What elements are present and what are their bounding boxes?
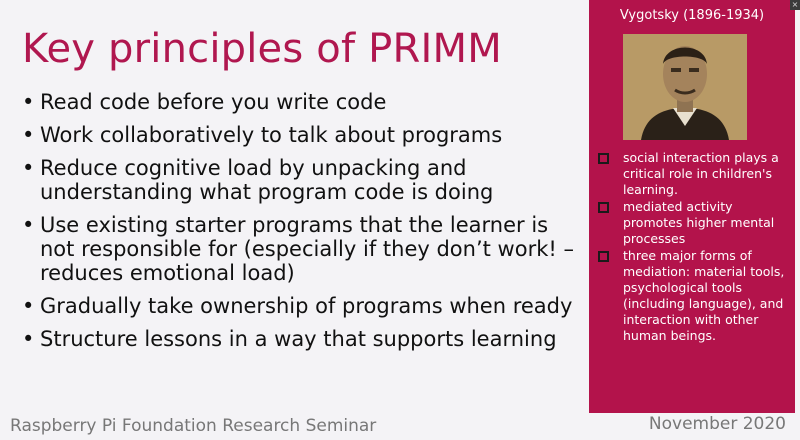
bullet-item: • Reduce cognitive load by unpacking and …	[22, 156, 582, 204]
bullet-dot-icon: •	[22, 294, 35, 318]
bullet-dot-icon: •	[22, 327, 35, 351]
panel-list-item: three major forms of mediation: material…	[595, 248, 791, 344]
footer-organization: Raspberry Pi Foundation Research Seminar	[10, 416, 377, 436]
panel-point-text: mediated activity promotes higher mental…	[623, 199, 775, 246]
bullet-dot-icon: •	[22, 90, 35, 114]
slide: Key principles of PRIMM • Read code befor…	[0, 0, 800, 440]
bullet-item: • Work collaboratively to talk about prog…	[22, 123, 582, 147]
panel-point-text: social interaction plays a critical role…	[623, 150, 779, 197]
bullet-text: Use existing starter programs that the l…	[40, 213, 574, 285]
panel-list-item: social interaction plays a critical role…	[595, 150, 791, 198]
bullet-item: • Structure lessons in a way that support…	[22, 327, 582, 351]
portrait-image	[623, 34, 747, 140]
bullet-text: Work collaboratively to talk about progr…	[40, 123, 503, 147]
bullet-item: • Use existing starter programs that the …	[22, 213, 582, 285]
checkbox-bullet-icon	[598, 202, 609, 213]
slide-title: Key principles of PRIMM	[22, 26, 502, 72]
panel-point-text: three major forms of mediation: material…	[623, 248, 785, 343]
bullet-text: Structure lessons in a way that supports…	[40, 327, 557, 351]
bullet-list: • Read code before you write code • Work c…	[22, 90, 582, 360]
bullet-item: • Gradually take ownership of programs wh…	[22, 294, 582, 318]
bullet-text: Read code before you write code	[40, 90, 387, 114]
bullet-dot-icon: •	[22, 123, 35, 147]
footer-date: November 2020	[648, 414, 786, 434]
checkbox-bullet-icon	[598, 153, 609, 164]
panel-title: Vygotsky (1896-1934)	[619, 8, 765, 23]
checkbox-bullet-icon	[598, 251, 609, 262]
vygotsky-panel: Vygotsky (1896-1934) social interaction …	[589, 0, 795, 413]
close-icon[interactable]: ×	[790, 0, 800, 10]
bullet-item: • Read code before you write code	[22, 90, 582, 114]
vygotsky-portrait	[623, 34, 747, 140]
bullet-dot-icon: •	[22, 213, 35, 237]
bullet-text: Reduce cognitive load by unpacking and u…	[40, 156, 494, 204]
panel-list-item: mediated activity promotes higher mental…	[595, 199, 791, 247]
bullet-text: Gradually take ownership of programs whe…	[40, 294, 573, 318]
panel-list: social interaction plays a critical role…	[595, 150, 791, 345]
bullet-dot-icon: •	[22, 156, 35, 180]
